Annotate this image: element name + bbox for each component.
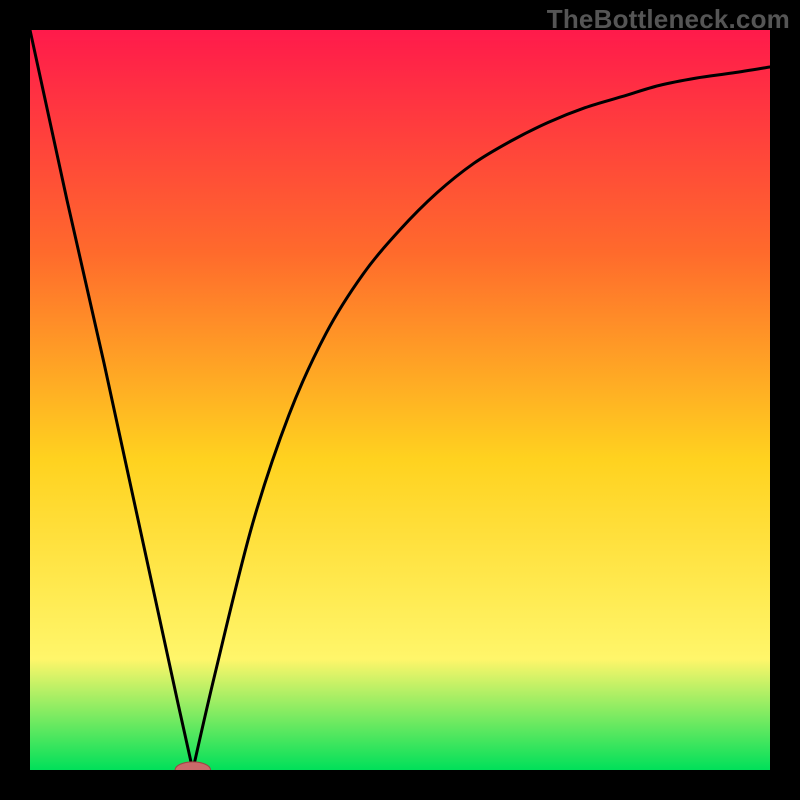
chart-container: TheBottleneck.com — [0, 0, 800, 800]
plot-area — [30, 30, 770, 770]
chart-svg — [30, 30, 770, 770]
gradient-background — [30, 30, 770, 770]
